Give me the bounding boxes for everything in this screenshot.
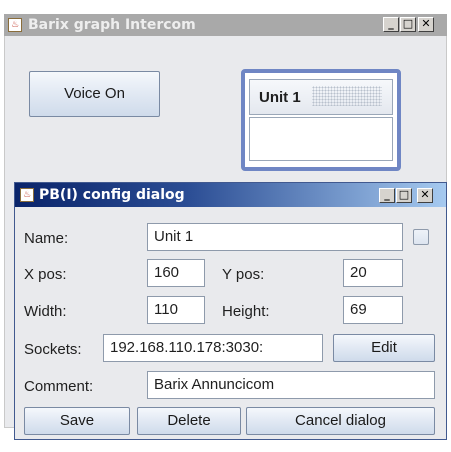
unit-panel[interactable]: Unit 1 <box>241 69 401 171</box>
sockets-label: Sockets: <box>24 341 82 358</box>
sockets-field[interactable]: 192.168.110.178:3030: <box>103 334 323 362</box>
java-cup-icon: ♨ <box>20 188 34 202</box>
unit-panel-title: Unit 1 <box>259 89 301 106</box>
main-title-bar[interactable]: ♨ Barix graph Intercom _ □ ✕ <box>4 14 447 36</box>
height-field[interactable]: 69 <box>343 296 403 324</box>
name-field[interactable]: Unit 1 <box>147 223 403 251</box>
xpos-label: X pos: <box>24 266 67 283</box>
config-dialog: ♨ PB(I) config dialog _ □ ✕ Name: Unit 1… <box>14 182 447 440</box>
save-button[interactable]: Save <box>24 407 130 435</box>
width-label: Width: <box>24 303 67 320</box>
java-cup-icon: ♨ <box>8 18 22 32</box>
dialog-title-bar[interactable]: ♨ PB(I) config dialog _ □ ✕ <box>15 183 446 207</box>
comment-label: Comment: <box>24 378 94 395</box>
unit-panel-body <box>249 117 393 161</box>
drag-grip-icon[interactable] <box>312 86 382 106</box>
height-label: Height: <box>222 303 270 320</box>
comment-field[interactable]: Barix Annuncicom <box>147 371 435 399</box>
name-label: Name: <box>24 230 69 247</box>
cancel-dialog-button[interactable]: Cancel dialog <box>246 407 435 435</box>
main-window-title: Barix graph Intercom <box>28 17 196 33</box>
xpos-field[interactable]: 160 <box>147 259 205 287</box>
ypos-label: Y pos: <box>222 266 265 283</box>
width-field[interactable]: 110 <box>147 296 205 324</box>
maximize-icon[interactable]: □ <box>400 17 416 32</box>
ypos-field[interactable]: 20 <box>343 259 403 287</box>
close-icon[interactable]: ✕ <box>417 188 433 203</box>
name-checkbox[interactable] <box>413 229 429 245</box>
maximize-icon[interactable]: □ <box>396 188 412 203</box>
edit-button[interactable]: Edit <box>333 334 435 362</box>
minimize-icon[interactable]: _ <box>383 17 399 32</box>
close-icon[interactable]: ✕ <box>418 17 434 32</box>
voice-on-button[interactable]: Voice On <box>29 71 160 117</box>
delete-button[interactable]: Delete <box>137 407 241 435</box>
minimize-icon[interactable]: _ <box>379 188 395 203</box>
unit-panel-header[interactable]: Unit 1 <box>249 79 393 115</box>
dialog-title: PB(I) config dialog <box>39 187 185 203</box>
